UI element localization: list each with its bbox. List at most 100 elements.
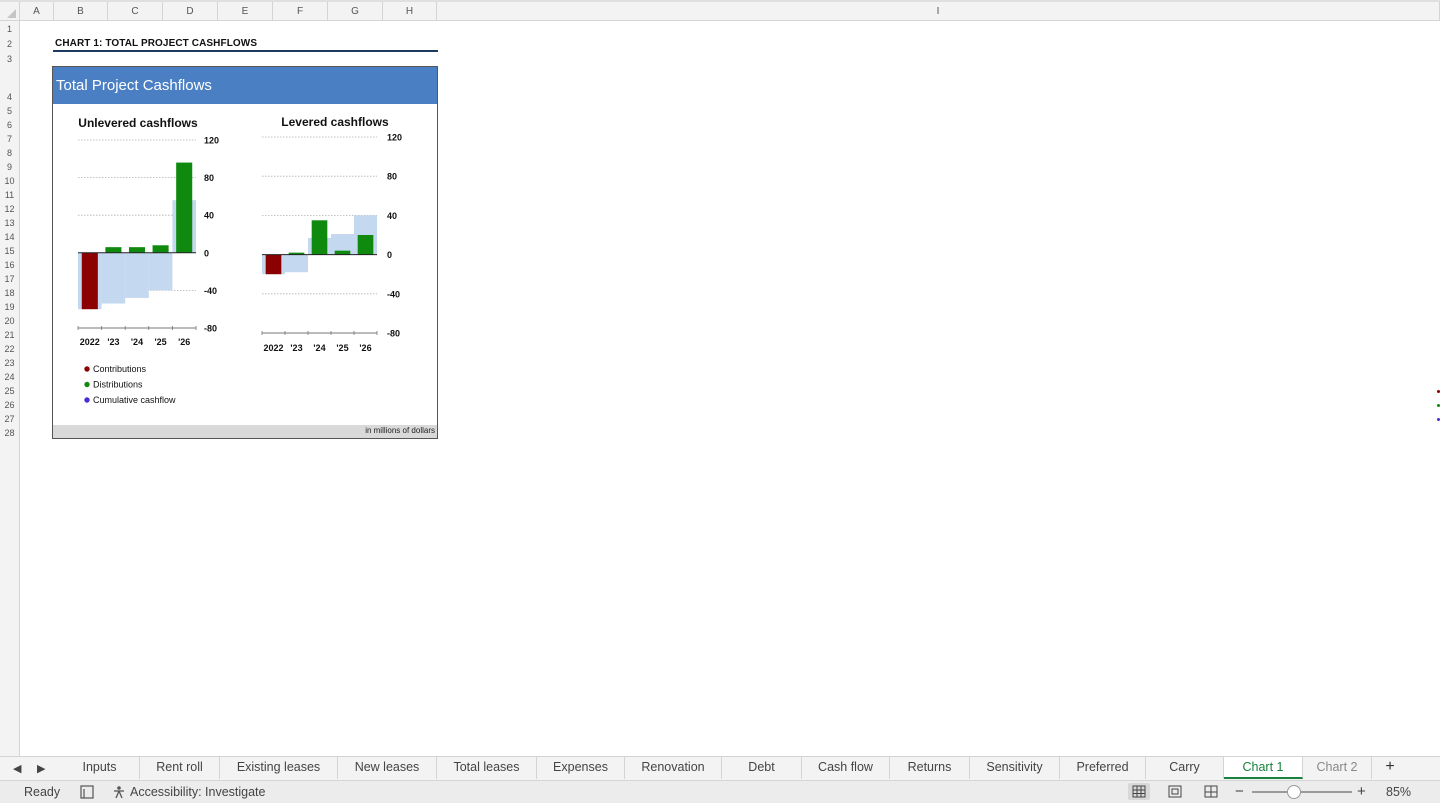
row-header-22[interactable]: 22 — [0, 344, 19, 354]
chart-canvas: Unlevered cashflows 120 80 40 0 -40 -80 2022 '23… — [77, 115, 402, 405]
row-header-6[interactable]: 6 — [0, 120, 19, 130]
sheet-tab-cash-flow[interactable]: Cash flow — [802, 757, 890, 779]
row-header-20[interactable]: 20 — [0, 316, 19, 326]
y-tick-label: -80 — [387, 329, 400, 339]
sheet-tab-renovation[interactable]: Renovation — [625, 757, 722, 779]
chart-object[interactable]: Total Project Cashflows Unlevered cashfl… — [52, 66, 438, 439]
y-tick-label: -40 — [387, 289, 400, 299]
y-tick-label: 0 — [204, 248, 209, 258]
sheet-tab-sensitivity[interactable]: Sensitivity — [970, 757, 1060, 779]
accessibility-icon[interactable] — [112, 785, 126, 799]
sheet-tab-debt[interactable]: Debt — [722, 757, 802, 779]
row-header-bar: 1 2 3 4 5 6 7 8 9 10 11 12 13 14 15 16 17 18 19 20 21 22 23 24 2… — [0, 21, 20, 756]
sheet-tab-rent-roll[interactable]: Rent roll — [140, 757, 220, 779]
next-sheet-icon[interactable]: ▶ — [37, 762, 45, 775]
cumulative-bar — [285, 254, 308, 273]
column-header-f[interactable]: F — [273, 2, 328, 21]
sheet-tab-chart-2[interactable]: Chart 2 — [1303, 757, 1372, 779]
row-header-12[interactable]: 12 — [0, 204, 19, 214]
chart-units-note: in millions of dollars — [365, 426, 435, 435]
macro-record-icon[interactable] — [80, 785, 94, 799]
sheet-tab-preferred[interactable]: Preferred — [1060, 757, 1146, 779]
normal-view-button[interactable] — [1128, 783, 1150, 800]
zoom-in-button[interactable]: + — [1357, 783, 1366, 800]
select-all-corner[interactable] — [0, 2, 20, 21]
legend-dot — [84, 366, 90, 372]
distribution-bar — [105, 247, 122, 253]
sheet-tabs-bar: ◀ ▶ Inputs Rent roll Existing leases New le… — [0, 756, 1440, 780]
row-header-10[interactable]: 10 — [0, 176, 19, 186]
row-header-1[interactable]: 1 — [0, 24, 19, 34]
page-break-view-button[interactable] — [1200, 783, 1222, 800]
row-header-28[interactable]: 28 — [0, 428, 19, 438]
y-tick-label: 120 — [204, 136, 219, 146]
sheet-tab-total-leases[interactable]: Total leases — [437, 757, 537, 779]
x-category-label: '24 — [313, 343, 325, 353]
row-header-11[interactable]: 11 — [0, 190, 19, 200]
distribution-bar — [311, 220, 328, 255]
sheet-tab-carry[interactable]: Carry — [1146, 757, 1224, 779]
row-header-5[interactable]: 5 — [0, 106, 19, 116]
contribution-bar — [81, 252, 98, 310]
column-header-bar: ABCDEFGHI — [0, 0, 1440, 21]
zoom-level[interactable]: 85% — [1386, 785, 1411, 799]
row-header-4[interactable]: 4 — [0, 92, 19, 102]
distribution-bar — [176, 162, 193, 253]
cumulative-bar — [125, 252, 149, 298]
row-header-27[interactable]: 27 — [0, 414, 19, 424]
row-header-18[interactable]: 18 — [0, 288, 19, 298]
row-header-14[interactable]: 14 — [0, 232, 19, 242]
legend-dot — [84, 397, 90, 403]
sheet-tab-inputs[interactable]: Inputs — [60, 757, 140, 779]
row-header-23[interactable]: 23 — [0, 358, 19, 368]
contribution-bar — [265, 254, 282, 275]
y-tick-label: 80 — [387, 172, 397, 182]
x-category-label: '26 — [178, 337, 190, 347]
row-header-17[interactable]: 17 — [0, 274, 19, 284]
y-tick-label: -40 — [204, 286, 217, 296]
add-sheet-button[interactable]: + — [1380, 758, 1400, 776]
row-header-21[interactable]: 21 — [0, 330, 19, 340]
x-category-label: 2022 — [80, 337, 100, 347]
column-header-c[interactable]: C — [108, 2, 163, 21]
row-header-3[interactable]: 3 — [0, 54, 19, 64]
zoom-slider-track[interactable] — [1252, 791, 1352, 793]
column-header-e[interactable]: E — [218, 2, 273, 21]
column-header-d[interactable]: D — [163, 2, 218, 21]
prev-sheet-icon[interactable]: ◀ — [13, 762, 21, 775]
sheet-tab-chart-1[interactable]: Chart 1 — [1224, 757, 1303, 779]
y-tick-label: 40 — [204, 211, 214, 221]
zoom-out-button[interactable]: − — [1235, 783, 1244, 800]
row-header-26[interactable]: 26 — [0, 400, 19, 410]
legend-label: Cumulative cashflow — [93, 395, 176, 405]
zoom-slider-thumb[interactable] — [1287, 785, 1301, 799]
row-header-9[interactable]: 9 — [0, 162, 19, 172]
row-header-7[interactable]: 7 — [0, 134, 19, 144]
row-header-13[interactable]: 13 — [0, 218, 19, 228]
row-header-2[interactable]: 2 — [0, 39, 19, 49]
column-header-b[interactable]: B — [54, 2, 108, 21]
row-header-15[interactable]: 15 — [0, 246, 19, 256]
chart-title: Unlevered cashflows — [78, 116, 198, 130]
sheet-tab-expenses[interactable]: Expenses — [537, 757, 625, 779]
accessibility-status[interactable]: Accessibility: Investigate — [130, 785, 265, 799]
x-category-label: '26 — [359, 343, 371, 353]
distribution-bar — [357, 235, 374, 255]
column-header-i[interactable]: I — [437, 2, 1440, 21]
status-bar: Ready Accessibility: Investigate − + 85% — [0, 780, 1440, 803]
sheet-tab-existing-leases[interactable]: Existing leases — [220, 757, 338, 779]
row-header-19[interactable]: 19 — [0, 302, 19, 312]
distribution-bar — [128, 247, 146, 253]
row-header-8[interactable]: 8 — [0, 148, 19, 158]
sheet-tab-returns[interactable]: Returns — [890, 757, 970, 779]
x-category-label: 2022 — [263, 343, 283, 353]
sheet-tab-new-leases[interactable]: New leases — [338, 757, 437, 779]
column-header-g[interactable]: G — [328, 2, 383, 21]
row-header-25[interactable]: 25 — [0, 386, 19, 396]
page-layout-view-button[interactable] — [1164, 783, 1186, 800]
row-header-16[interactable]: 16 — [0, 260, 19, 270]
row-header-24[interactable]: 24 — [0, 372, 19, 382]
column-header-a[interactable]: A — [20, 2, 54, 21]
y-tick-label: 40 — [387, 211, 397, 221]
column-header-h[interactable]: H — [383, 2, 437, 21]
